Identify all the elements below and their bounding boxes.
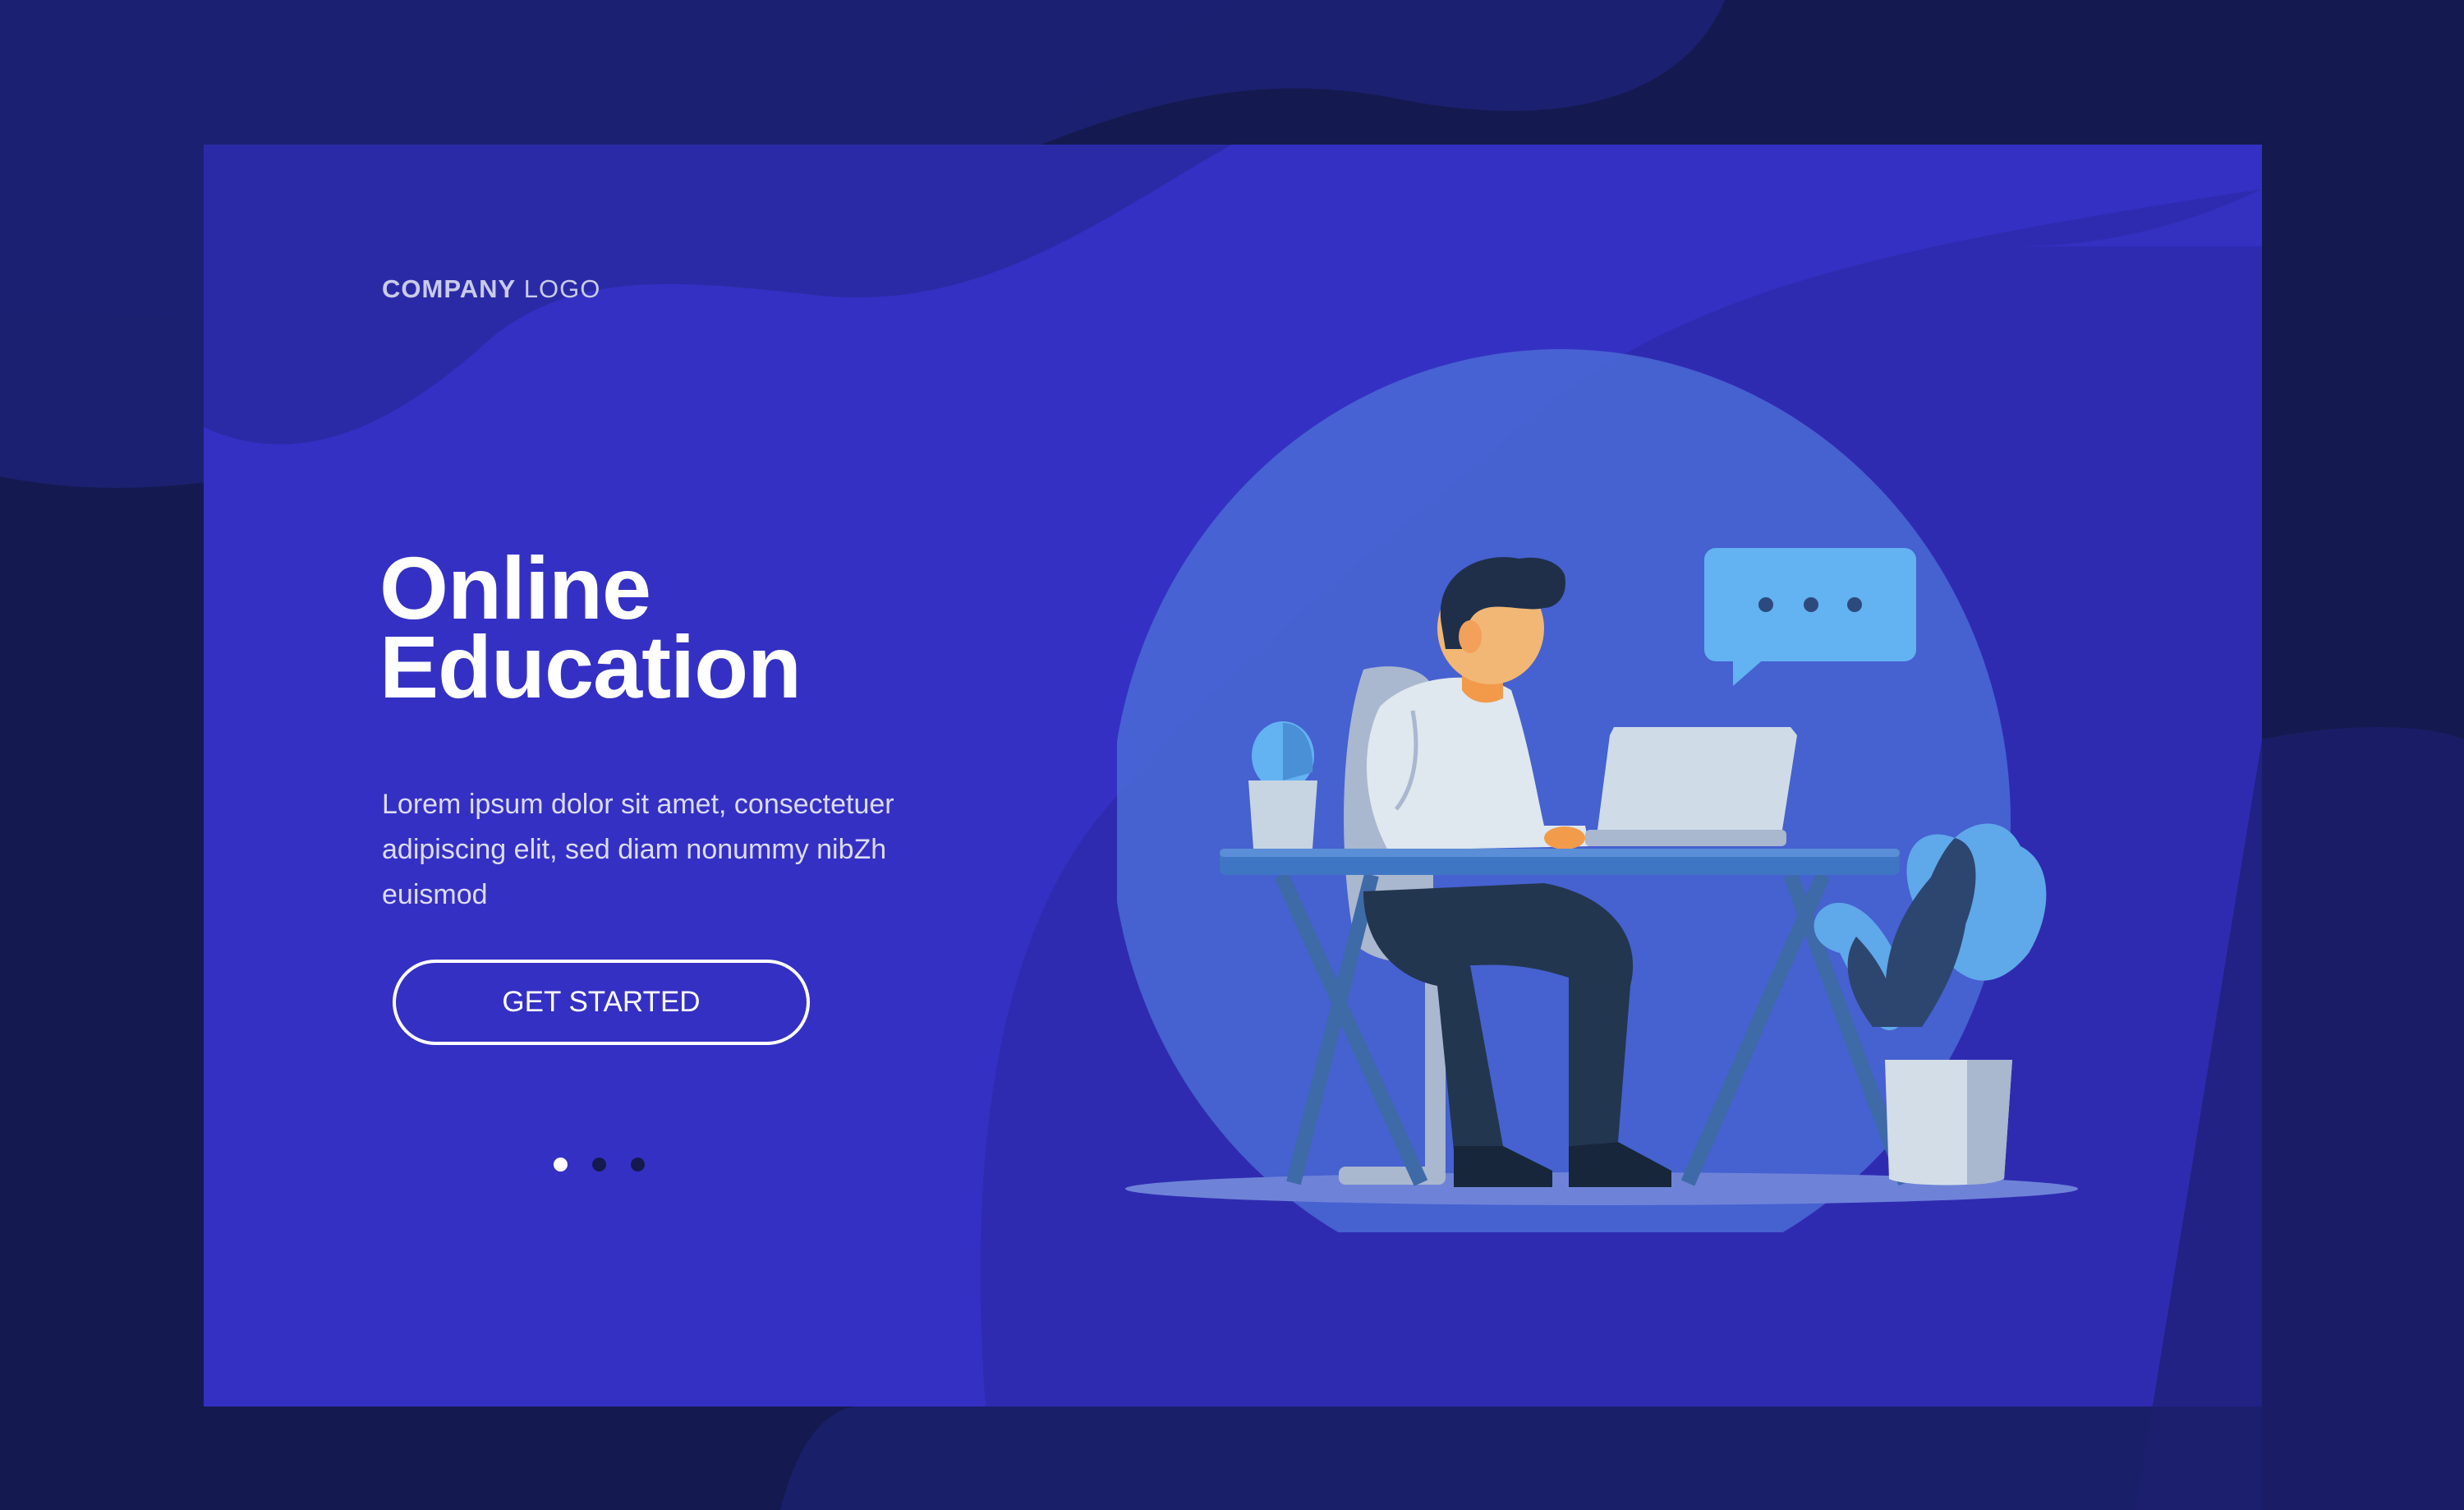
- company-logo[interactable]: COMPANY LOGO: [382, 274, 600, 304]
- landing-page: COMPANY LOGO Online Education Lorem ipsu…: [0, 0, 2464, 1510]
- carousel-dots: [554, 1158, 645, 1172]
- laptop-icon: [1585, 727, 1797, 846]
- cactus-icon: [1248, 721, 1317, 849]
- logo-bold-text: COMPANY: [382, 274, 517, 303]
- carousel-dot-1[interactable]: [554, 1158, 568, 1172]
- logo-light-text: LOGO: [523, 274, 601, 303]
- title-line-2: Education: [379, 617, 802, 716]
- title-line-1: Online: [379, 538, 651, 638]
- page-title: Online Education: [379, 538, 802, 716]
- hero-description: Lorem ipsum dolor sit amet, consectetuer…: [382, 782, 973, 918]
- description-line-3: euismod: [382, 879, 488, 910]
- carousel-dot-2[interactable]: [592, 1158, 606, 1172]
- carousel-dot-3[interactable]: [631, 1158, 645, 1172]
- description-line-1: Lorem ipsum dolor sit amet, consectetuer: [382, 789, 894, 820]
- description-line-2: adipiscing elit, sed diam nonummy nibZh: [382, 834, 887, 865]
- online-learner-illustration: [1117, 349, 2078, 1232]
- get-started-button[interactable]: GET STARTED: [393, 960, 810, 1045]
